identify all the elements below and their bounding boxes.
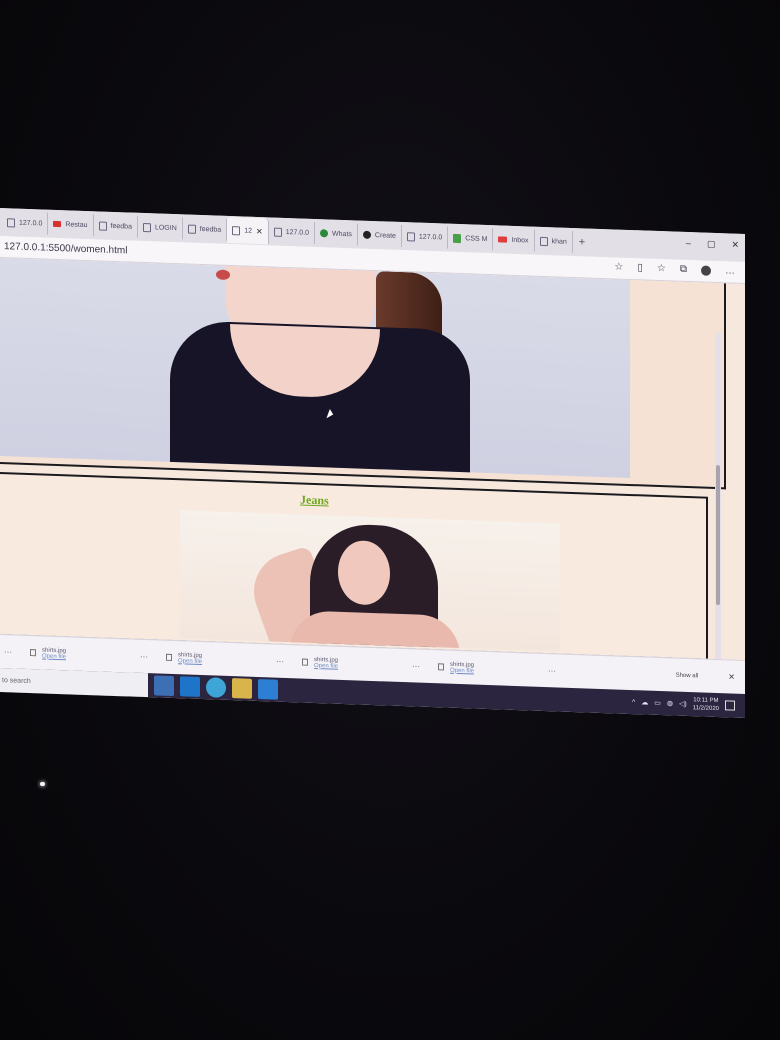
close-icon[interactable]: ✕: [731, 240, 739, 251]
file-explorer-icon[interactable]: [232, 678, 252, 699]
page-icon: [142, 222, 151, 232]
browser-window: 127.0.0 Restau feedba LOGIN feedba 12 ✕ 1…: [0, 208, 745, 719]
new-tab-button[interactable]: +: [573, 236, 591, 249]
page-icon: [7, 217, 15, 228]
scrollbar-thumb[interactable]: [716, 465, 720, 606]
tab-label: LOGIN: [154, 223, 177, 232]
page-icon: [539, 236, 548, 246]
tab-10[interactable]: 127.0.0: [401, 225, 449, 249]
download-item[interactable]: ··· shirts.jpg Open file: [276, 655, 412, 672]
download-item[interactable]: ··· shirts.jpg Open file: [412, 660, 548, 677]
page-icon: [187, 224, 196, 234]
file-icon: [302, 658, 308, 666]
page-icon: [232, 225, 241, 235]
tab-3[interactable]: feedba: [93, 214, 138, 238]
face-shape: [338, 539, 390, 606]
tshirt-model-image: [0, 258, 630, 479]
download-item[interactable]: ··· shirts.jpg Open file: [140, 650, 276, 667]
section-title-jeans[interactable]: Jeans: [300, 492, 329, 508]
minimize-icon[interactable]: –: [686, 238, 691, 249]
close-icon[interactable]: ✕: [728, 672, 735, 681]
vscode-icon[interactable]: [258, 679, 278, 700]
clock-date: 11/2/2020: [692, 705, 719, 713]
monitor-screen: 127.0.0 Restau feedba LOGIN feedba 12 ✕ 1…: [0, 208, 745, 719]
edge-icon[interactable]: [206, 677, 226, 698]
taskbar-search[interactable]: to search: [0, 668, 148, 698]
maximize-icon[interactable]: ▢: [707, 239, 716, 250]
favorite-star-icon[interactable]: ☆: [614, 261, 623, 272]
window-controls: – ▢ ✕: [686, 238, 739, 251]
tab-label: Inbox: [511, 236, 529, 244]
tab-label: 127.0.0: [285, 228, 310, 237]
gmail-icon: [498, 236, 508, 243]
more-options-icon[interactable]: ···: [140, 652, 160, 662]
jeans-model-image: [180, 510, 560, 652]
tab-11[interactable]: CSS M: [448, 226, 494, 251]
chevron-up-icon[interactable]: ^: [632, 699, 635, 706]
page-icon: [273, 227, 282, 237]
more-options-icon[interactable]: ···: [548, 666, 568, 676]
tab-label: feedba: [199, 225, 222, 234]
product-card-jeans: Jeans: [0, 471, 708, 661]
product-card-tshirt: [0, 258, 726, 490]
url-field[interactable]: 127.0.0.1:5500/women.html: [0, 241, 127, 256]
red-app-icon: [53, 220, 62, 228]
tab-8[interactable]: Whats: [315, 222, 358, 246]
profile-avatar[interactable]: [701, 264, 711, 276]
tab-13[interactable]: khan: [534, 229, 573, 254]
network-icon[interactable]: ◍: [667, 699, 673, 707]
page-icon: [406, 231, 415, 241]
more-options-icon[interactable]: ···: [4, 647, 24, 657]
file-icon: [438, 663, 444, 671]
reading-view-icon[interactable]: ▯: [637, 262, 643, 273]
more-options-icon[interactable]: ···: [412, 661, 432, 671]
github-icon: [362, 230, 371, 239]
show-all-button[interactable]: Show all: [676, 672, 699, 679]
file-icon: [30, 649, 36, 657]
more-menu-icon[interactable]: …: [725, 265, 735, 276]
tab-1[interactable]: 127.0.0: [2, 211, 49, 235]
tab-label: feedba: [110, 222, 132, 231]
mail-icon[interactable]: [180, 676, 200, 697]
tab-label: Create: [374, 231, 396, 240]
tab-2[interactable]: Restau: [48, 212, 94, 237]
whatsapp-icon: [320, 229, 329, 238]
open-file-link[interactable]: Open file: [42, 653, 66, 660]
file-icon: [166, 653, 172, 662]
battery-icon[interactable]: ▭: [654, 699, 661, 707]
open-file-link[interactable]: Open file: [450, 667, 474, 674]
tab-12[interactable]: Inbox: [493, 228, 535, 252]
cloud-icon[interactable]: ☁: [641, 698, 648, 706]
tab-label: Whats: [332, 230, 352, 238]
tab-label: 12: [244, 227, 252, 235]
tab-label: CSS M: [465, 234, 488, 243]
close-tab-icon[interactable]: ✕: [256, 226, 263, 235]
tab-7[interactable]: 127.0.0: [268, 220, 316, 245]
page-icon: [98, 220, 107, 231]
volume-icon[interactable]: ◁): [679, 700, 687, 708]
power-led: [40, 782, 45, 786]
tab-9[interactable]: Create: [357, 223, 402, 248]
tab-label: 127.0.0: [418, 233, 443, 241]
tab-4[interactable]: LOGIN: [137, 215, 183, 240]
collections-icon[interactable]: ⧉: [680, 264, 687, 275]
open-file-link[interactable]: Open file: [178, 658, 202, 665]
tab-label: Restau: [65, 220, 88, 229]
tab-label: 127.0.0: [19, 219, 43, 227]
page-content: Jeans: [0, 258, 745, 661]
tab-5[interactable]: feedba: [182, 217, 228, 241]
taskbar-clock[interactable]: 10:11 PM 11/2/2020: [693, 696, 719, 713]
download-item[interactable]: ··· shirts.jpg Open file: [4, 646, 140, 663]
store-icon[interactable]: [154, 675, 174, 697]
system-tray: ^ ☁ ▭ ◍ ◁) 10:11 PM 11/2/2020: [632, 694, 745, 714]
css-icon: [453, 233, 462, 243]
lips-shape: [216, 269, 230, 281]
tab-active[interactable]: 12 ✕: [227, 216, 269, 245]
tab-label: khan: [551, 237, 567, 246]
open-file-link[interactable]: Open file: [314, 662, 338, 669]
notification-icon[interactable]: [725, 700, 735, 711]
browser-toolbar: ☆ ▯ ☆ ⧉ …: [614, 261, 735, 276]
more-options-icon[interactable]: ···: [276, 657, 296, 667]
favorites-icon[interactable]: ☆: [657, 263, 666, 274]
